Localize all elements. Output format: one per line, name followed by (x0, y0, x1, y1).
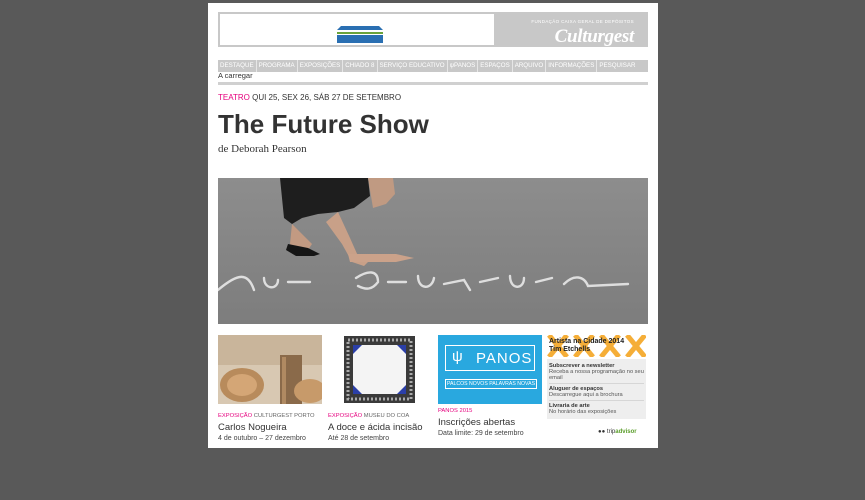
card-category: EXPOSIÇÃO MUSEU DO COA (328, 413, 410, 419)
nav-servico-educativo[interactable]: SERVIÇO EDUCATIVO (378, 60, 448, 72)
newsletter-link[interactable]: Subscrever a newsletter Receba a nossa p… (549, 361, 644, 384)
loading-status: A carregar (218, 71, 253, 80)
panos-logo-word: PANOS (476, 350, 533, 367)
page-title[interactable]: The Future Show (218, 109, 429, 140)
owl-icon: ●● (598, 429, 606, 435)
tripadvisor-logo[interactable]: ●● tripadvisor (598, 429, 637, 435)
divider (218, 82, 648, 85)
event-dates: QUI 25, SEX 26, SÁB 27 DE SETEMBRO (252, 93, 402, 102)
header-banner (220, 14, 494, 45)
side-panel-links: Subscrever a newsletter Receba a nossa p… (547, 359, 646, 419)
brand-logo[interactable]: Culturgest (555, 26, 635, 48)
panos-tagline: PALCOS NOVOS PALAVRAS NOVAS (445, 379, 537, 389)
card-date: 4 de outubro – 27 dezembro (218, 435, 306, 442)
panos-logo: ψ PANOS (445, 345, 535, 371)
site-header: FUNDAÇÃO CAIXA GERAL DE DEPÓSITOS Cultur… (218, 12, 648, 47)
nav-panos-label: PANOS (454, 62, 476, 69)
nav-chiado8[interactable]: CHIADO 8 (343, 60, 378, 72)
nav-arquivo[interactable]: ARQUIVO (513, 60, 547, 72)
card-panos[interactable]: ψ PANOS PALCOS NOVOS PALAVRAS NOVAS PANO… (438, 335, 542, 437)
page: FUNDAÇÃO CAIXA GERAL DE DEPÓSITOS Cultur… (208, 3, 658, 448)
card-date: Data limite: 29 de setembro (438, 430, 524, 437)
event-byline: de Deborah Pearson (218, 143, 307, 155)
cactus-icon: ψ (452, 348, 463, 365)
nav-pesquisar[interactable]: PESQUISAR (597, 60, 637, 72)
event-category[interactable]: TEATRO (218, 93, 250, 102)
brand-kicker: FUNDAÇÃO CAIXA GERAL DE DEPÓSITOS (531, 19, 634, 24)
card-title[interactable]: Carlos Nogueira (218, 422, 322, 433)
aluguer-link[interactable]: Aluguer de espaços Descarregue aqui a br… (549, 384, 644, 401)
card-carlos-nogueira[interactable]: EXPOSIÇÃO CULTURGEST PORTO Carlos Noguei… (218, 335, 326, 442)
card-category: EXPOSIÇÃO CULTURGEST PORTO (218, 413, 315, 419)
card-title[interactable]: Inscrições abertas (438, 417, 542, 428)
card-title[interactable]: A doce e ácida incisão (328, 422, 432, 433)
event-meta: TEATRO QUI 25, SEX 26, SÁB 27 DE SETEMBR… (218, 93, 401, 102)
nav-espacos[interactable]: ESPAÇOS (478, 60, 513, 72)
artista-na-cidade-banner[interactable]: Artista na Cidade 2014 Tim Etchells (547, 335, 646, 357)
cgd-logo-icon (337, 26, 383, 43)
card-image[interactable] (328, 335, 432, 404)
card-date: Até 28 de setembro (328, 435, 390, 442)
card-doce-acida[interactable]: EXPOSIÇÃO MUSEU DO COA A doce e ácida in… (328, 335, 432, 442)
nav-informacoes[interactable]: INFORMAÇÕES (546, 60, 598, 72)
nav-panos[interactable]: ψPANOS (448, 60, 479, 72)
artista-title: Artista na Cidade 2014 Tim Etchells (549, 338, 625, 353)
panos-banner[interactable]: ψ PANOS PALCOS NOVOS PALAVRAS NOVAS (438, 335, 542, 404)
main-nav: DESTAQUE PROGRAMA EXPOSIÇÕES CHIADO 8 SE… (218, 60, 648, 72)
card-image[interactable] (218, 335, 326, 404)
side-panel: Artista na Cidade 2014 Tim Etchells Subsc… (547, 335, 646, 419)
nav-exposicoes[interactable]: EXPOSIÇÕES (298, 60, 344, 72)
nav-programa[interactable]: PROGRAMA (257, 60, 298, 72)
card-category: PANOS 2015 (438, 408, 473, 414)
hero-image[interactable] (218, 178, 648, 324)
livraria-link[interactable]: Livraria de arte No horário das exposiçõ… (549, 401, 644, 417)
